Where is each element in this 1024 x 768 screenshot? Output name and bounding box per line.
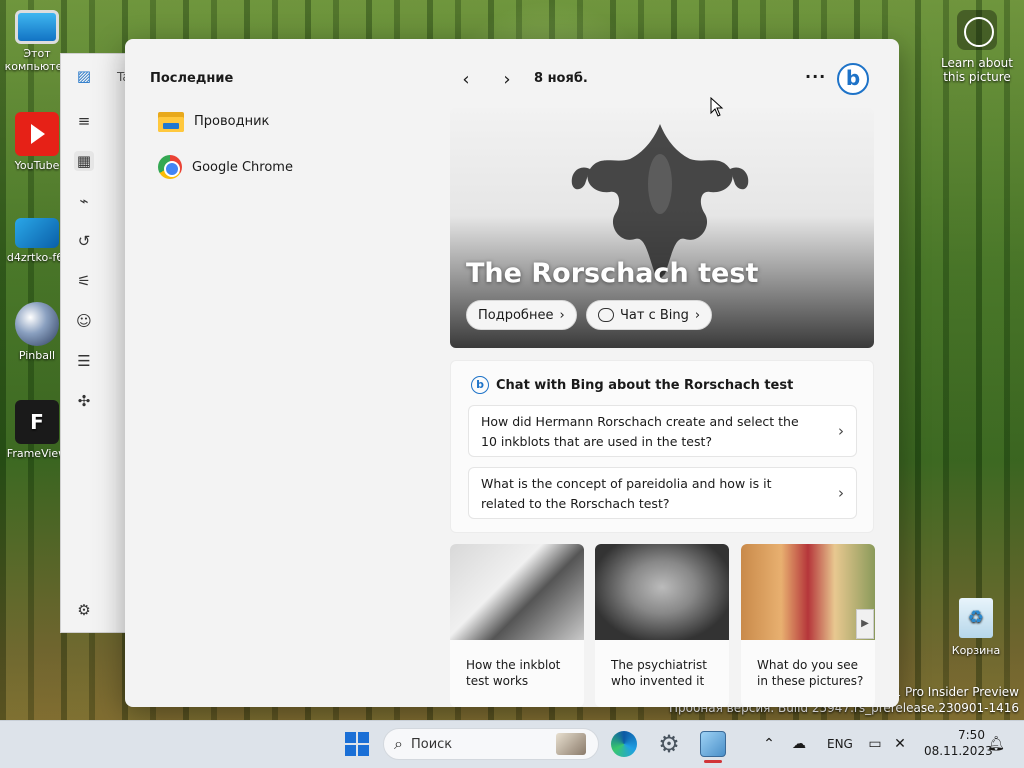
- network-offline-icon[interactable]: ☁: [790, 735, 808, 753]
- widgets-panel: Последние Проводник Google Chrome ‹ › 8 …: [125, 39, 899, 707]
- details-icon[interactable]: ☰: [74, 351, 94, 371]
- recent-item-explorer[interactable]: Проводник: [158, 107, 269, 135]
- chat-heading-text: Chat with Bing about the Rorschach test: [496, 377, 794, 393]
- search-icon: ⌕: [394, 734, 403, 753]
- frameview-icon: F: [15, 400, 59, 444]
- chevron-right-icon: ›: [838, 484, 844, 502]
- desktop-icon-label: Pinball: [18, 349, 56, 362]
- search-placeholder: Поиск: [410, 736, 453, 752]
- thumbnail-card-1[interactable]: How the inkblot test works: [450, 544, 584, 707]
- desktop-icon-recycle-bin[interactable]: ♻ Корзина: [946, 598, 1006, 657]
- history-icon[interactable]: ↺: [74, 231, 94, 251]
- recent-title: Последние: [150, 71, 234, 86]
- recycle-bin-icon: ♻: [959, 598, 993, 638]
- hamburger-menu-icon[interactable]: ≡: [74, 111, 94, 131]
- thumbnail-card-2[interactable]: The psychiatrist who invented it: [595, 544, 729, 707]
- thumbnails-next-button[interactable]: ▶: [856, 609, 874, 639]
- task-manager-icon[interactable]: [700, 731, 726, 757]
- hero-card[interactable]: The Rorschach test Подробнее › Чат с Bin…: [450, 108, 874, 348]
- recent-item-chrome[interactable]: Google Chrome: [158, 153, 293, 181]
- show-hidden-icons-chevron-up-icon[interactable]: ⌃: [760, 735, 778, 753]
- bing-button[interactable]: b: [837, 63, 869, 95]
- folder-icon: [158, 110, 184, 132]
- services-icon[interactable]: ✣: [74, 391, 94, 411]
- app-logo-icon: ▨: [76, 67, 92, 85]
- chat-card-heading: b Chat with Bing about the Rorschach tes…: [471, 376, 793, 394]
- windows-logo-icon: [345, 732, 369, 756]
- learn-about-picture-button[interactable]: Learn about this picture: [940, 10, 1014, 84]
- chat-with-bing-label: Чат с Bing: [620, 307, 689, 323]
- more-options-button[interactable]: ···: [805, 67, 826, 86]
- desktop-icon-label: YouTube: [14, 159, 60, 172]
- users-icon[interactable]: ☺: [74, 311, 94, 331]
- active-app-indicator: [704, 760, 722, 763]
- notification-bell-icon[interactable]: 🔔︎: [987, 735, 1005, 753]
- startup-icon[interactable]: ⚟: [74, 271, 94, 291]
- performance-icon[interactable]: ⌁: [74, 191, 94, 211]
- chat-with-bing-button[interactable]: Чат с Bing ›: [586, 300, 713, 330]
- bing-chat-card: b Chat with Bing about the Rorschach tes…: [450, 360, 874, 533]
- learn-more-button[interactable]: Подробнее ›: [466, 300, 577, 330]
- recent-item-label: Проводник: [194, 113, 270, 129]
- chevron-right-icon: ›: [559, 307, 565, 323]
- desktop-icon-label: d4zrtko-f6f: [6, 251, 68, 264]
- thumbnail-caption: What do you see in these pictures?: [757, 658, 864, 688]
- display-icon[interactable]: ▭: [866, 735, 884, 753]
- thumbnail-image: [741, 544, 875, 640]
- youtube-icon: [15, 112, 59, 156]
- search-highlight-icon: [556, 733, 586, 755]
- chat-question-2[interactable]: What is the concept of pareidolia and ho…: [468, 467, 857, 519]
- bing-icon: b: [471, 376, 489, 394]
- date-label: 8 нояб.: [534, 71, 588, 86]
- chat-bubble-icon: [598, 308, 614, 322]
- recent-item-label: Google Chrome: [192, 159, 293, 175]
- clock-date[interactable]: 08.11.2023: [924, 744, 993, 758]
- hero-title: The Rorschach test: [466, 258, 759, 289]
- edge-icon[interactable]: [611, 731, 637, 757]
- settings-gear-icon[interactable]: ⚙: [656, 731, 682, 757]
- taskbar-search-box[interactable]: ⌕ Поиск: [383, 728, 599, 760]
- mouse-cursor-icon: [710, 97, 724, 117]
- chevron-right-icon[interactable]: ›: [495, 69, 519, 91]
- thumbnail-image: [450, 544, 584, 640]
- volume-muted-icon[interactable]: ✕: [891, 735, 909, 753]
- thumbnail-caption: How the inkblot test works: [466, 658, 561, 688]
- image-file-icon: [15, 218, 59, 248]
- language-indicator[interactable]: ENG: [827, 737, 853, 751]
- monitor-icon: [15, 10, 59, 44]
- processes-icon[interactable]: ▦: [74, 151, 94, 171]
- chat-question-1[interactable]: How did Hermann Rorschach create and sel…: [468, 405, 857, 457]
- chevron-right-icon: ›: [694, 307, 701, 323]
- chevron-left-icon[interactable]: ‹: [454, 69, 478, 91]
- question-text: What is the concept of pareidolia and ho…: [481, 476, 772, 511]
- learn-more-label: Подробнее: [478, 307, 554, 323]
- chevron-right-icon: ›: [838, 422, 844, 440]
- settings-icon[interactable]: ⚙: [74, 600, 94, 620]
- thumbnail-caption: The psychiatrist who invented it: [611, 658, 707, 688]
- camera-icon: [957, 10, 997, 50]
- desktop-icon-label: FrameView: [6, 447, 68, 460]
- clock-time[interactable]: 7:50: [958, 728, 985, 742]
- chrome-icon: [158, 155, 182, 179]
- thumbnail-card-3[interactable]: What do you see in these pictures?: [741, 544, 875, 707]
- desktop-icon-label: Корзина: [951, 644, 1001, 657]
- question-text: How did Hermann Rorschach create and sel…: [481, 414, 799, 449]
- pinball-icon: [15, 302, 59, 346]
- start-button[interactable]: [344, 731, 370, 757]
- learn-about-label: Learn about this picture: [941, 56, 1013, 84]
- thumbnail-image: [595, 544, 729, 640]
